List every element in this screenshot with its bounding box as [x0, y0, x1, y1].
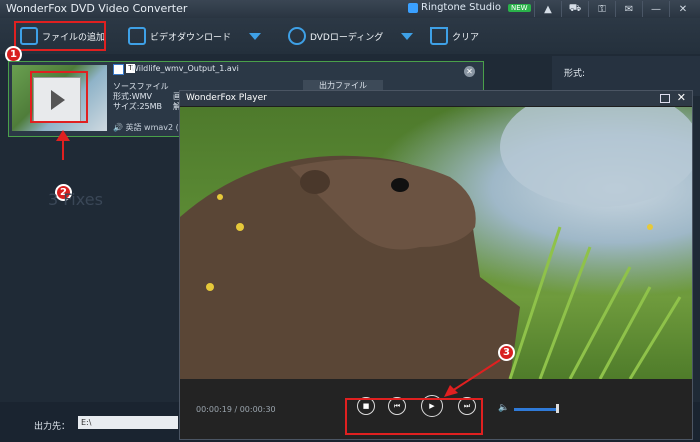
marmot-image — [180, 107, 692, 379]
cart-icon[interactable]: ⛟ — [561, 1, 588, 17]
comment-icon[interactable]: ✉ — [615, 1, 642, 17]
download-icon — [128, 27, 146, 45]
close-icon[interactable]: ✕ — [669, 1, 696, 17]
player-title: WonderFox Player — [186, 93, 267, 103]
arrow-2-head — [56, 130, 70, 141]
audio-track-label: 英語 wmav2 ( — [125, 123, 179, 132]
file-checkbox[interactable] — [113, 64, 124, 75]
highlight-box-2 — [30, 71, 88, 123]
up-icon[interactable]: ▲ — [534, 1, 561, 17]
watermark-text: 3 Fixes — [48, 190, 103, 209]
volume-knob[interactable] — [556, 404, 559, 413]
dvd-icon — [288, 27, 306, 45]
clear-label: クリア — [452, 32, 480, 43]
chevron-down-icon[interactable] — [249, 32, 262, 40]
volume-slider[interactable] — [514, 408, 556, 411]
key-icon[interactable]: ⚿ — [588, 1, 615, 17]
maximize-icon[interactable] — [660, 94, 670, 103]
highlight-box-3 — [345, 398, 483, 435]
format-label: 形式: — [564, 69, 586, 79]
arrow-2 — [62, 140, 64, 160]
video-download-label: ビデオダウンロード — [150, 32, 232, 43]
audio-track[interactable]: 🔊 英語 wmav2 ( — [113, 122, 179, 133]
playback-time: 00:00:19 / 00:00:30 — [196, 405, 276, 414]
title-bar: WonderFox DVD Video Converter Ringtone S… — [0, 0, 700, 18]
volume-icon[interactable]: 🔈 — [498, 403, 509, 413]
output-path-label: 出力先： — [34, 422, 71, 432]
title-bar-icons: ▲ ⛟ ⚿ ✉ — ✕ — [534, 1, 696, 17]
chevron-down-icon[interactable] — [401, 32, 414, 40]
output-path-field[interactable]: E:\ — [78, 416, 178, 429]
file-name: Wildlife_wmv_Output_1.avi — [131, 64, 239, 73]
dvd-loading-label: DVDローディング — [310, 32, 384, 43]
clear-button[interactable]: クリア — [430, 21, 479, 51]
minimize-icon[interactable]: — — [642, 1, 669, 17]
close-icon[interactable]: ✕ — [677, 91, 686, 104]
player-title-bar: WonderFox Player ✕ — [180, 91, 692, 106]
ringtone-label: Ringtone Studio — [421, 2, 501, 13]
video-download-button[interactable]: ビデオダウンロード — [128, 21, 262, 51]
video-frame[interactable] — [180, 107, 692, 379]
ringtone-studio-link[interactable]: Ringtone Studio NEW — [408, 2, 531, 13]
dvd-loading-button[interactable]: DVDローディング — [288, 21, 414, 51]
trash-icon — [430, 27, 448, 45]
app-title: WonderFox DVD Video Converter — [6, 2, 188, 15]
ringtone-icon — [408, 2, 418, 13]
app-window: WonderFox DVD Video Converter Ringtone S… — [0, 0, 700, 442]
player-window: WonderFox Player ✕ 00:00:19 / 00:00:30 ■… — [179, 90, 693, 440]
new-badge: NEW — [507, 3, 531, 12]
remove-file-icon[interactable]: ✕ — [464, 66, 475, 77]
arrow-3 — [444, 359, 501, 397]
size-text: サイズ:25MB — [113, 102, 163, 111]
highlight-box-1 — [14, 21, 106, 51]
